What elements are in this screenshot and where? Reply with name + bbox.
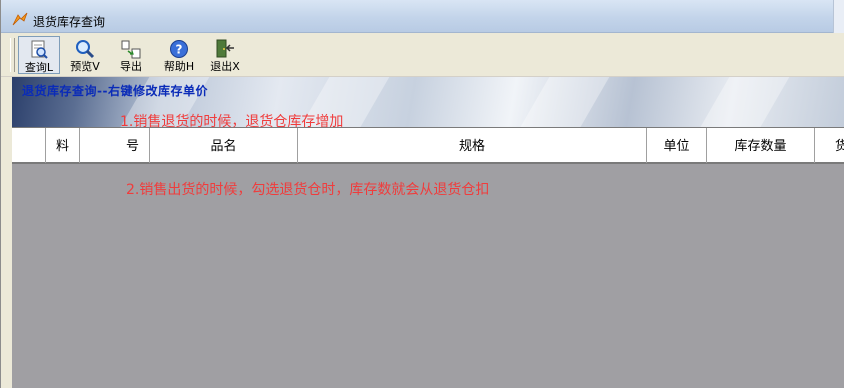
preview-button[interactable]: 预览V [64,36,106,74]
help-button-label: 帮助H [163,60,195,73]
query-button[interactable]: 查询L [18,36,60,74]
toolbar: 查询L 预览V 导出 ? 帮助H 退出X [1,33,844,77]
column-header[interactable]: 库存数量 [707,128,815,163]
column-header[interactable]: 品名 [150,128,298,163]
column-header[interactable]: 规格 [298,128,647,163]
exit-door-icon [214,39,236,59]
export-button[interactable]: 导出 [110,36,152,74]
exit-button-label: 退出X [210,60,240,73]
column-header[interactable]: 号 [80,128,150,163]
svg-text:?: ? [176,43,183,57]
annotation-note-2: 2.销售出货的时候，勾选退货仓时，库存数就会从退货仓扣 [126,182,490,198]
row-indicator-column [12,128,46,163]
annotation-note-1: 1.销售退货的时候，退货仓库存增加 [120,114,344,130]
exit-button[interactable]: 退出X [204,36,246,74]
export-button-label: 导出 [120,60,142,73]
title-bar[interactable]: 退货库存查询 [1,0,844,33]
toolbar-grip[interactable] [10,38,15,72]
banner-heading: 退货库存查询--右键修改库存单价 [22,84,208,98]
app-logo-icon [12,12,28,26]
column-header[interactable]: 货 [815,128,844,163]
magnifier-icon [74,39,96,59]
help-button[interactable]: ? 帮助H [158,36,200,74]
banner-decoration [688,77,796,127]
help-icon: ? [168,39,190,59]
preview-button-label: 预览V [70,60,100,73]
export-icon [120,39,142,59]
column-header[interactable]: 料 [46,128,80,163]
window-edge [833,0,844,33]
grid-header: 料 号 品名 规格 单位 库存数量 货 [12,127,844,164]
window-title: 退货库存查询 [33,15,106,29]
main-window: 退货库存查询 查询L 预览V 导出 ? 帮助H 退出X 退货库存查询--右键修改… [0,0,844,388]
banner-decoration [508,77,616,127]
column-header[interactable]: 单位 [647,128,707,163]
query-document-icon [28,40,50,60]
data-grid[interactable]: 料 号 品名 规格 单位 库存数量 货 [12,127,844,388]
query-button-label: 查询L [24,61,54,74]
